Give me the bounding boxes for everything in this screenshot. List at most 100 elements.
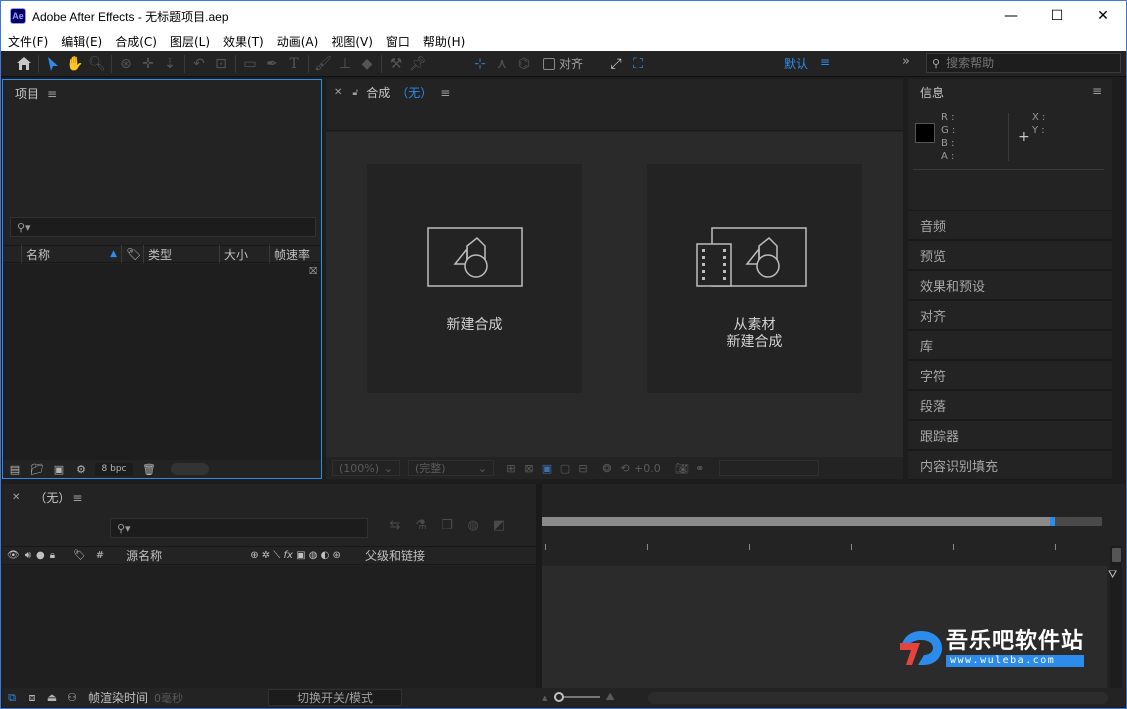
orbit-camera-icon[interactable]: ⊛: [115, 53, 137, 75]
zoom-out-icon[interactable]: ▴: [542, 691, 548, 704]
pan-behind-tool-icon[interactable]: ⊡: [210, 53, 232, 75]
right-panel-scrollbar[interactable]: [1113, 79, 1125, 479]
clone-stamp-tool-icon[interactable]: ⊥: [334, 53, 356, 75]
in-out-panes-icon[interactable]: ⏏: [42, 691, 62, 704]
channel-icon[interactable]: ❂: [598, 462, 616, 475]
snap-features-icon[interactable]: ⛶: [627, 53, 649, 75]
solo-icon[interactable]: ●: [36, 550, 45, 561]
video-visibility-icon[interactable]: 👁︎: [7, 550, 20, 561]
new-comp-from-footage-card[interactable]: 从素材 新建合成: [647, 164, 862, 393]
flowchart-icon[interactable]: ⛝: [309, 266, 317, 277]
menu-effect[interactable]: 效果(T): [223, 33, 264, 50]
local-axis-mode-icon[interactable]: ⊹: [469, 53, 491, 75]
timeline-zoom[interactable]: ▴ ⛰: [542, 690, 615, 704]
work-area-bar[interactable]: [537, 517, 1102, 526]
panel-libraries[interactable]: 库: [908, 330, 1112, 360]
time-ruler[interactable]: [542, 540, 1107, 565]
brush-tool-icon[interactable]: 🖌︎: [312, 53, 334, 75]
menu-composition[interactable]: 合成(C): [115, 33, 157, 50]
project-items-list[interactable]: ⛝: [3, 264, 321, 462]
menu-file[interactable]: 文件(F): [8, 33, 48, 50]
sort-ascending-icon[interactable]: ▲: [110, 249, 117, 259]
close-button[interactable]: ✕: [1080, 1, 1126, 31]
parent-link-column[interactable]: 父级和链接: [365, 547, 425, 564]
panel-menu-icon[interactable]: ≡: [72, 491, 82, 505]
workspace-overflow-icon[interactable]: »: [902, 54, 910, 69]
panel-content-aware-fill[interactable]: 内容识别填充: [908, 450, 1112, 480]
source-name-column[interactable]: 源名称: [126, 547, 162, 564]
transparency-grid-icon[interactable]: ⊠: [520, 462, 538, 475]
project-tab[interactable]: 项目 ≡: [15, 85, 57, 102]
layer-switches-toggle-icon[interactable]: ⧉: [2, 691, 22, 705]
snap-edges-icon[interactable]: ⤢: [605, 53, 627, 75]
transfer-controls-icon[interactable]: ⧈: [22, 691, 42, 705]
exposure-value[interactable]: +0.0: [634, 462, 661, 475]
comp-mini-flowchart-icon[interactable]: ⇆: [382, 518, 408, 533]
timeline-horizontal-scrollbar[interactable]: [648, 692, 1108, 704]
minimize-button[interactable]: —: [988, 1, 1034, 31]
home-icon[interactable]: [13, 53, 35, 75]
view-axis-mode-icon[interactable]: ⌬: [513, 53, 535, 75]
new-folder-icon[interactable]: 📁︎: [29, 462, 45, 476]
trash-icon[interactable]: 🗑︎: [141, 462, 157, 476]
panel-align[interactable]: 对齐: [908, 300, 1112, 330]
layer-number-column[interactable]: #: [96, 550, 104, 561]
zoom-slider[interactable]: [553, 692, 600, 702]
menu-animation[interactable]: 动画(A): [277, 33, 319, 50]
timeline-tab[interactable]: ✕ （无） ≡: [12, 489, 82, 506]
snapping-checkbox[interactable]: [543, 57, 555, 70]
zoom-tool-icon[interactable]: 🔍︎: [86, 53, 108, 75]
column-size[interactable]: 大小: [220, 245, 270, 263]
panel-effects-presets[interactable]: 效果和预设: [908, 270, 1112, 300]
interpret-footage-icon[interactable]: ▤: [7, 462, 23, 476]
info-tab[interactable]: 信息: [920, 84, 944, 101]
world-axis-mode-icon[interactable]: ⋏: [491, 53, 513, 75]
column-type[interactable]: 类型: [144, 245, 220, 263]
fast-preview-icon[interactable]: ⊞: [502, 462, 520, 475]
color-depth-button[interactable]: 8 bpc: [95, 462, 133, 476]
dolly-camera-icon[interactable]: ⇣: [159, 53, 181, 75]
draft-3d-icon[interactable]: ⚗: [408, 518, 434, 533]
puppet-pin-tool-icon[interactable]: 📌︎: [407, 53, 429, 75]
grid-guide-icon[interactable]: ⊟: [574, 462, 592, 475]
reset-exposure-icon[interactable]: ⟲: [616, 462, 634, 475]
panel-character[interactable]: 字符: [908, 360, 1112, 390]
frame-blending-icon[interactable]: ◍: [460, 518, 486, 533]
panel-tracker[interactable]: 跟踪器: [908, 420, 1112, 450]
help-search-box[interactable]: ⚲: [926, 53, 1121, 73]
region-of-interest-icon[interactable]: ▢: [556, 462, 574, 475]
mask-visibility-icon[interactable]: ▣: [538, 462, 556, 475]
composition-tab[interactable]: ✕ 🔓︎ 合成 （无） ≡: [334, 84, 450, 101]
help-search-input[interactable]: [946, 56, 1107, 70]
close-tab-icon[interactable]: ✕: [12, 492, 20, 503]
panel-menu-icon[interactable]: ≡: [47, 87, 57, 101]
toggle-switches-modes-button[interactable]: 切换开关/模式: [268, 689, 402, 706]
new-composition-icon[interactable]: ▣: [51, 462, 67, 476]
snapping-toggle[interactable]: 对齐: [543, 55, 583, 72]
motion-blur-icon[interactable]: ◩: [486, 518, 512, 533]
panel-audio[interactable]: 音频: [908, 210, 1112, 240]
project-search-input[interactable]: ⚲▾: [10, 217, 316, 237]
render-time-pane-icon[interactable]: ⚇: [62, 691, 82, 704]
panel-paragraph[interactable]: 段落: [908, 390, 1112, 420]
zoom-slider-knob[interactable]: [553, 692, 564, 702]
column-name[interactable]: 名称 ▲: [22, 245, 122, 263]
project-scrollbar[interactable]: [171, 463, 209, 475]
label-tag-icon[interactable]: 🏷︎: [73, 550, 86, 561]
rectangle-tool-icon[interactable]: ▭: [239, 53, 261, 75]
menu-help[interactable]: 帮助(H): [423, 33, 465, 50]
type-tool-icon[interactable]: T: [283, 53, 305, 75]
panel-menu-icon[interactable]: ≡: [1092, 84, 1102, 98]
close-tab-icon[interactable]: ✕: [334, 87, 342, 98]
lock-icon[interactable]: 🔒︎: [50, 550, 55, 561]
panel-menu-icon[interactable]: ≡: [440, 86, 450, 100]
workspace-default[interactable]: 默认: [784, 55, 808, 72]
selection-tool-icon[interactable]: [42, 53, 64, 75]
menu-edit[interactable]: 编辑(E): [61, 33, 102, 50]
label-tag-icon[interactable]: 🏷︎: [122, 245, 144, 263]
pan-camera-icon[interactable]: ✛: [137, 53, 159, 75]
menu-layer[interactable]: 图层(L): [170, 33, 210, 50]
snapshot-icon[interactable]: 📷︎: [673, 462, 691, 475]
comp-navigator-icon[interactable]: ⛛: [1108, 568, 1117, 582]
hand-tool-icon[interactable]: ✋: [64, 53, 86, 75]
